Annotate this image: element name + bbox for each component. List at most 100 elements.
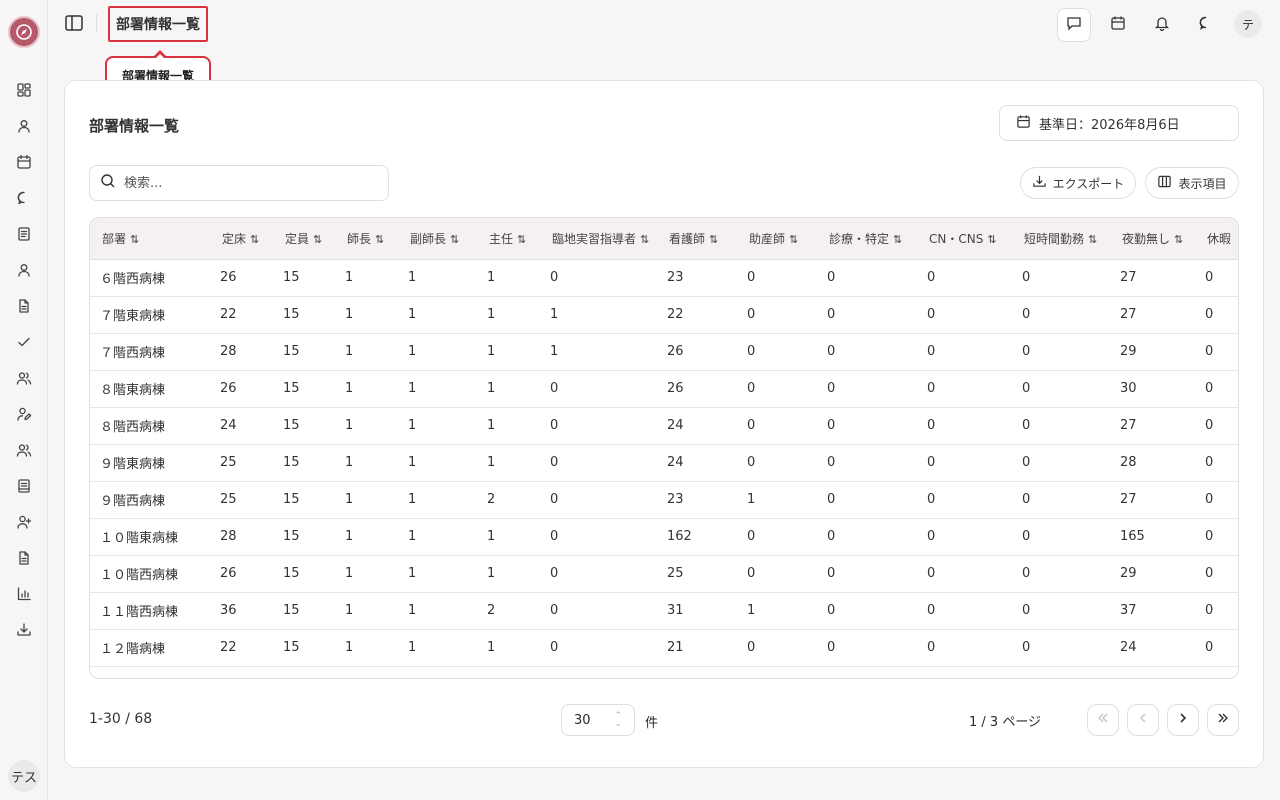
sort-icon[interactable]: ⇅ — [375, 233, 384, 246]
user-edit-icon[interactable] — [14, 404, 34, 424]
sort-icon[interactable]: ⇅ — [130, 233, 139, 246]
column-header[interactable]: 主任 ⇅ — [477, 218, 540, 260]
sort-icon[interactable]: ⇅ — [1088, 233, 1097, 246]
column-header-label: 看護師 — [669, 231, 706, 246]
table-cell: 0 — [817, 370, 917, 408]
table-cell: 162 — [657, 518, 737, 556]
sort-icon[interactable]: ⇅ — [893, 233, 902, 246]
column-header[interactable]: 休暇 — [1195, 218, 1238, 260]
calendar-icon[interactable] — [14, 152, 34, 172]
app-logo[interactable] — [8, 16, 40, 48]
column-header[interactable]: 看護師 ⇅ — [657, 218, 737, 260]
table-cell: 30 — [1110, 370, 1195, 408]
column-header[interactable]: 部署 ⇅ — [90, 218, 210, 260]
table-cell: 0 — [1195, 370, 1238, 408]
notifications-button[interactable] — [1145, 8, 1179, 42]
download-icon — [1032, 174, 1047, 192]
table-cell: 29 — [1110, 333, 1195, 371]
export-button[interactable]: エクスポート — [1020, 167, 1136, 199]
group-icon[interactable] — [14, 440, 34, 460]
column-header[interactable]: 助産師 ⇅ — [737, 218, 817, 260]
report-icon[interactable] — [14, 548, 34, 568]
table-cell: 0 — [540, 629, 657, 667]
user-icon[interactable] — [14, 116, 34, 136]
table-cell: 1 — [398, 629, 477, 667]
column-header[interactable]: 短時間勤務 ⇅ — [1012, 218, 1110, 260]
table-row[interactable]: １０階西病棟 26 15 1 1 1 0 25 0 0 0 0 29 0 — [90, 555, 1238, 593]
department-name-cell: ９階東病棟 — [90, 444, 210, 482]
file-icon[interactable] — [14, 296, 34, 316]
table-row[interactable]: １１階西病棟 36 15 1 1 2 0 31 1 0 0 0 37 0 — [90, 592, 1238, 630]
last-page-button[interactable] — [1207, 704, 1239, 736]
sidebar-user-avatar[interactable]: テス — [8, 760, 40, 792]
table-row[interactable]: １０階東病棟 28 15 1 1 1 0 162 0 0 0 0 165 0 — [90, 518, 1238, 556]
reference-date-button[interactable]: 基準日：2026年8月6日 — [999, 105, 1239, 141]
calendar-button[interactable] — [1101, 8, 1135, 42]
column-header-label: 師長 — [347, 231, 372, 246]
sort-icon[interactable]: ⇅ — [313, 233, 322, 246]
message-button[interactable] — [1057, 8, 1091, 42]
department-table-container[interactable]: 部署 ⇅ 定床 ⇅ 定員 ⇅ 師長 ⇅ 副師長 ⇅ 主任 ⇅ 臨地実習指導者 ⇅ 看護師 ⇅ 助産師 ⇅ 診療・特定… — [89, 217, 1239, 679]
table-row[interactable]: ９階西病棟 25 15 1 1 2 0 23 1 0 0 0 27 0 — [90, 481, 1238, 519]
sort-icon[interactable]: ⇅ — [709, 233, 718, 246]
column-header[interactable]: CN・CNS ⇅ — [917, 218, 1012, 260]
person-icon[interactable] — [14, 260, 34, 280]
table-row[interactable]: ７階西病棟 28 15 1 1 1 1 26 0 0 0 0 29 0 — [90, 333, 1238, 371]
column-header[interactable]: 臨地実習指導者 ⇅ — [540, 218, 657, 260]
notes-icon[interactable] — [14, 476, 34, 496]
sort-icon[interactable]: ⇅ — [640, 233, 649, 246]
page-size-select[interactable]: 30 ⌃ ⌄ — [561, 704, 635, 736]
table-row[interactable]: ７階東病棟 22 15 1 1 1 1 22 0 0 0 0 27 0 — [90, 296, 1238, 334]
table-cell: 1 — [398, 333, 477, 371]
table-row[interactable]: ８階東病棟 26 15 1 1 1 0 26 0 0 0 0 30 0 — [90, 370, 1238, 408]
user-avatar[interactable]: テ — [1234, 10, 1262, 38]
table-row[interactable]: １２階病棟 22 15 1 1 1 0 21 0 0 0 0 24 0 — [90, 629, 1238, 667]
table-row[interactable]: ８階西病棟 24 15 1 1 1 0 24 0 0 0 0 27 0 — [90, 407, 1238, 445]
users-icon[interactable] — [14, 368, 34, 388]
table-cell: 15 — [273, 407, 335, 445]
sort-icon[interactable]: ⇅ — [517, 233, 526, 246]
table-cell: 0 — [1012, 444, 1110, 482]
table-cell: 28 — [1110, 444, 1195, 482]
table-row[interactable]: ６階西病棟 26 15 1 1 1 0 23 0 0 0 0 27 0 — [90, 259, 1238, 297]
prev-page-button[interactable] — [1127, 704, 1159, 736]
document-icon[interactable] — [14, 224, 34, 244]
column-header[interactable]: 夜勤無し ⇅ — [1110, 218, 1195, 260]
search-input[interactable] — [124, 175, 374, 191]
sort-icon[interactable]: ⇅ — [789, 233, 798, 246]
bar-chart-icon[interactable] — [14, 584, 34, 604]
check-icon[interactable] — [14, 332, 34, 352]
column-header[interactable]: 診療・特定 ⇅ — [817, 218, 917, 260]
table-cell: 1 — [398, 444, 477, 482]
search-box[interactable] — [89, 165, 389, 201]
next-page-button[interactable] — [1167, 704, 1199, 736]
sort-icon[interactable]: ⇅ — [450, 233, 459, 246]
sort-icon[interactable]: ⇅ — [1174, 233, 1183, 246]
column-header[interactable]: 師長 ⇅ — [335, 218, 398, 260]
dashboard-icon[interactable] — [14, 80, 34, 100]
column-settings-button[interactable]: 表示項目 — [1145, 167, 1239, 199]
table-cell: 0 — [1012, 407, 1110, 445]
column-header[interactable]: 定床 ⇅ — [210, 218, 273, 260]
column-header[interactable]: 副師長 ⇅ — [398, 218, 477, 260]
table-cell: 22 — [657, 296, 737, 334]
user-plus-icon[interactable] — [14, 512, 34, 532]
download-icon[interactable] — [14, 620, 34, 640]
table-header-row: 部署 ⇅ 定床 ⇅ 定員 ⇅ 師長 ⇅ 副師長 ⇅ 主任 ⇅ 臨地実習指導者 ⇅ 看護師 ⇅ 助産師 ⇅ 診療・特定… — [90, 218, 1238, 260]
table-cell: 31 — [657, 592, 737, 630]
chat-icon[interactable] — [14, 188, 34, 208]
table-cell: 0 — [737, 555, 817, 593]
department-name-cell: ７階西病棟 — [90, 333, 210, 371]
sort-icon[interactable]: ⇅ — [987, 233, 996, 246]
first-page-button[interactable] — [1087, 704, 1119, 736]
sidebar-toggle-button[interactable] — [62, 11, 86, 35]
column-header-label: 主任 — [489, 231, 514, 246]
table-row[interactable]: ９階東病棟 25 15 1 1 1 0 24 0 0 0 0 28 0 — [90, 444, 1238, 482]
table-cell: 0 — [817, 629, 917, 667]
chat-button[interactable] — [1189, 8, 1223, 42]
table-cell: 27 — [1110, 296, 1195, 334]
sort-icon[interactable]: ⇅ — [250, 233, 259, 246]
column-header-label: 短時間勤務 — [1024, 231, 1085, 246]
column-header[interactable]: 定員 ⇅ — [273, 218, 335, 260]
table-cell: 1 — [398, 407, 477, 445]
